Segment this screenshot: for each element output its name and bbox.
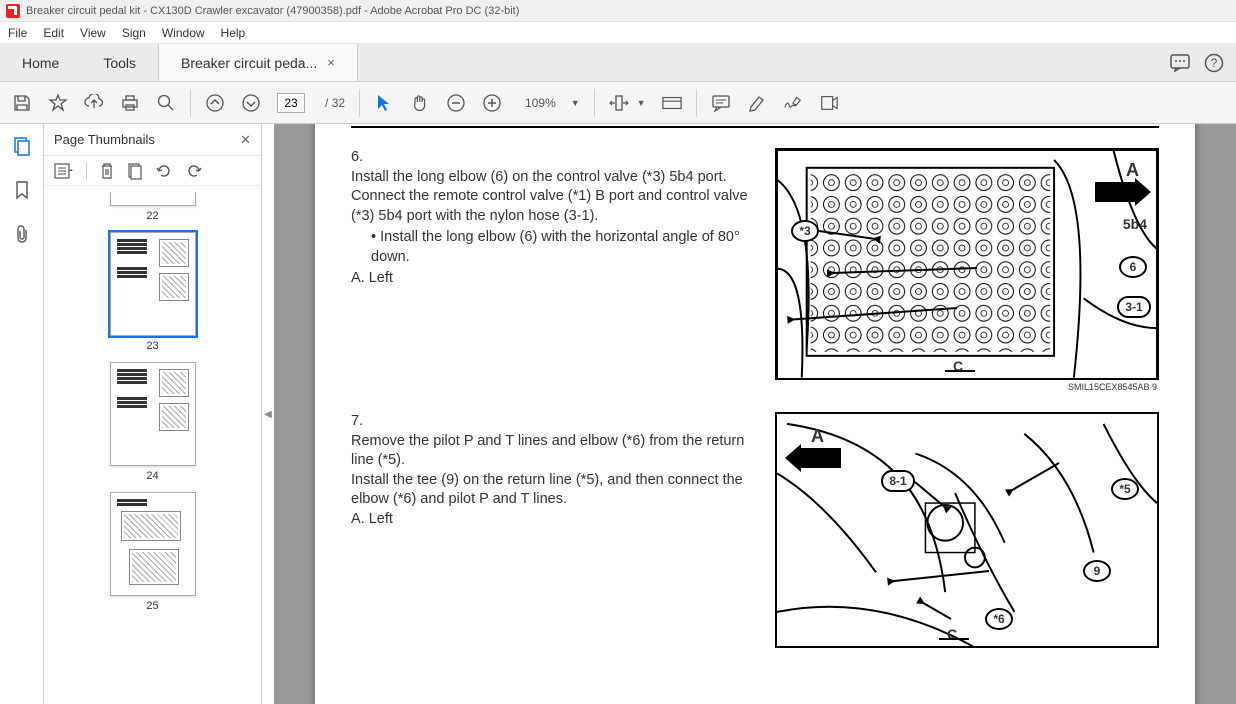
tab-home[interactable]: Home [0,44,81,81]
print-icon[interactable] [120,93,140,113]
nav-rail [0,124,44,704]
menu-bar: File Edit View Sign Window Help [0,22,1236,44]
callout-9: 9 [1083,560,1111,582]
step-7-text: 7. Remove the pilot P and T lines and el… [351,412,759,648]
star-icon[interactable] [48,93,68,113]
callout-3-1: 3-1 [1117,296,1151,318]
rotate-cw-icon[interactable] [185,162,203,180]
thumbnails-list[interactable]: 22 23 24 25 [44,186,261,704]
zoom-in-icon[interactable] [482,93,502,113]
comment-icon[interactable] [711,93,731,113]
new-page-icon[interactable] [127,162,143,180]
figure-7: A 8-1 *5 9 *6 C [775,412,1159,648]
main-area: Page Thumbnails ✕ 22 23 24 [0,124,1236,704]
search-icon[interactable] [156,93,176,113]
figure-6: A 5b4 *3 6 3-1 C SMIL15CEX8545 [775,148,1159,392]
sign-icon[interactable] [783,93,803,113]
thumbnail-22[interactable]: 22 [110,192,196,222]
window-title: Breaker circuit pedal kit - CX130D Crawl… [26,5,519,17]
page-rule [351,126,1159,128]
callout-8-1: 8-1 [881,470,915,492]
callout-star3: *3 [791,220,819,242]
read-mode-icon[interactable] [662,93,682,113]
document-viewport[interactable]: 6. Install the long elbow (6) on the con… [274,124,1236,704]
tab-document[interactable]: Breaker circuit peda... × [158,44,358,81]
close-tab-icon[interactable]: × [327,55,335,70]
stamp-icon[interactable] [819,93,839,113]
thumbnails-tab-icon[interactable] [12,136,32,156]
page-up-icon[interactable] [205,93,225,113]
menu-edit[interactable]: Edit [43,26,64,40]
thumbnail-25[interactable]: 25 [110,492,196,612]
fit-dropdown-icon[interactable]: ▼ [637,98,646,108]
zoom-dropdown-icon[interactable]: ▼ [571,98,580,108]
step-7: 7. Remove the pilot P and T lines and el… [351,412,1159,648]
thumbnails-title: Page Thumbnails [54,132,155,147]
bookmark-tab-icon[interactable] [14,180,30,200]
close-panel-icon[interactable]: ✕ [240,132,251,148]
tab-bar: Home Tools Breaker circuit peda... × ? [0,44,1236,82]
thumb-options-icon[interactable] [54,163,74,179]
cloud-share-icon[interactable] [84,93,104,113]
collapse-panel-handle[interactable]: ◀ [262,124,274,704]
menu-help[interactable]: Help [221,26,246,40]
thumbnails-header: Page Thumbnails ✕ [44,124,261,156]
thumbnails-panel: Page Thumbnails ✕ 22 23 24 [44,124,262,704]
figure-6-caption: SMIL15CEX8545AB 9 [775,382,1159,392]
callout-star5: *5 [1111,478,1139,500]
chevron-left-icon: ◀ [264,409,272,420]
arrow-right-icon [1095,182,1137,202]
page-down-icon[interactable] [241,93,261,113]
acrobat-icon [6,4,20,18]
tab-tools[interactable]: Tools [81,44,158,81]
delete-page-icon[interactable] [99,162,115,180]
menu-window[interactable]: Window [162,26,205,40]
hand-tool-icon[interactable] [410,93,430,113]
thumbnail-24[interactable]: 24 [110,362,196,482]
page-number-input[interactable] [277,93,305,113]
callout-6: 6 [1119,256,1147,278]
help-icon[interactable]: ? [1204,53,1224,73]
arrow-left-icon [799,448,841,468]
zoom-select[interactable]: 109% [518,93,563,113]
callout-star6: *6 [985,608,1013,630]
menu-view[interactable]: View [80,26,106,40]
menu-sign[interactable]: Sign [122,26,146,40]
attachment-tab-icon[interactable] [13,224,31,244]
separator [86,162,87,180]
highlight-icon[interactable] [747,93,767,113]
rotate-ccw-icon[interactable] [155,162,173,180]
save-icon[interactable] [12,93,32,113]
step-6: 6. Install the long elbow (6) on the con… [351,148,1159,392]
menu-file[interactable]: File [8,26,27,40]
main-toolbar: / 32 109% ▼ ▼ [0,82,1236,124]
notification-icon[interactable] [1170,54,1190,72]
zoom-out-icon[interactable] [446,93,466,113]
thumbnails-toolbar [44,156,261,186]
pdf-page: 6. Install the long elbow (6) on the con… [315,124,1195,704]
step-6-text: 6. Install the long elbow (6) on the con… [351,148,759,392]
svg-text:?: ? [1211,56,1218,70]
thumbnail-23[interactable]: 23 [110,232,196,352]
document-tab-label: Breaker circuit peda... [181,55,317,71]
selection-tool-icon[interactable] [374,93,394,113]
fit-width-icon[interactable] [609,93,629,113]
page-total-label: / 32 [325,96,345,110]
window-titlebar: Breaker circuit pedal kit - CX130D Crawl… [0,0,1236,22]
